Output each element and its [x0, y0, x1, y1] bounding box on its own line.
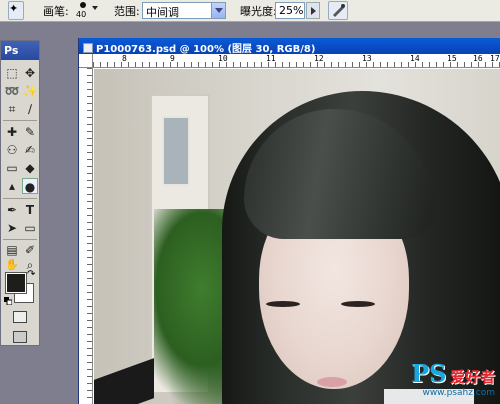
ruler-vertical[interactable] [79, 68, 93, 404]
watermark: PS 爱好者 www.psahz.com [411, 359, 495, 398]
tools-divider [3, 120, 37, 121]
document-title: P1000763.psd @ 100% (图层 30, RGB/8) [96, 44, 316, 54]
brush-dropdown-icon[interactable] [92, 6, 98, 13]
exposure-value: 25% [279, 4, 304, 17]
tools-divider [3, 198, 37, 199]
ruler-number: 11 [266, 54, 276, 63]
ruler-number: 15 [447, 54, 457, 63]
ruler-number: 12 [314, 54, 324, 63]
paint-bucket-icon[interactable]: ◆ [22, 160, 38, 176]
ruler-ticks [93, 62, 500, 67]
blur-tool-icon[interactable]: ▴ [4, 178, 20, 194]
type-tool-icon[interactable]: T [22, 202, 38, 218]
path-selection-icon[interactable]: ➤ [4, 220, 20, 236]
watermark-chinese: 爱好者 [449, 368, 495, 386]
document-icon [83, 43, 93, 53]
history-brush-icon[interactable]: ✍ [22, 142, 38, 158]
photo-lips [317, 377, 347, 387]
pen-tool-icon[interactable]: ✒ [4, 202, 20, 218]
exposure-input[interactable]: 25% [275, 2, 305, 19]
exposure-label: 曝光度: [240, 5, 277, 18]
ruler-number: 9 [170, 54, 175, 63]
ruler-number: 16 [473, 54, 483, 63]
screen-mode-icon[interactable] [13, 331, 27, 343]
brush-label: 画笔: [43, 5, 69, 18]
crop-tool-icon[interactable]: ⌗ [4, 101, 20, 117]
ruler-number: 13 [362, 54, 372, 63]
ruler-origin[interactable] [79, 54, 93, 68]
watermark-url: www.psahz.com [422, 388, 495, 398]
chevron-down-icon[interactable] [211, 3, 225, 18]
tools-panel: Ps ⬚ ✥ ➿ ✨ ⌗ ∕ ✚ ✎ ⚇ ✍ ▭ ◆ ▴ ● ✒ T ➤ ▭ ▤… [0, 40, 40, 346]
swap-colors-icon[interactable]: ↷ [27, 269, 35, 280]
document-titlebar[interactable]: P1000763.psd @ 100% (图层 30, RGB/8) [79, 38, 500, 54]
foreground-color-swatch[interactable] [5, 272, 27, 294]
clone-stamp-icon[interactable]: ⚇ [4, 142, 20, 158]
ruler-number: 14 [410, 54, 420, 63]
healing-brush-icon[interactable]: ✚ [4, 124, 20, 140]
brush-preview-icon[interactable] [80, 2, 86, 8]
range-select[interactable]: 中间调 [142, 2, 226, 19]
exposure-slider-button[interactable] [306, 2, 320, 19]
quick-mask-icon[interactable] [13, 311, 27, 323]
brush-tool-icon[interactable]: ✎ [22, 124, 38, 140]
range-label: 范围: [114, 5, 140, 18]
eyedropper-icon[interactable]: ✐ [22, 242, 38, 258]
photo-eye-right [341, 301, 375, 307]
magic-wand-tool-icon[interactable]: ✨ [22, 83, 38, 99]
marquee-tool-icon[interactable]: ⬚ [4, 65, 20, 81]
airbrush-icon[interactable] [328, 1, 348, 20]
default-colors-icon[interactable] [4, 295, 13, 306]
document-window: P1000763.psd @ 100% (图层 30, RGB/8) 8 9 1… [78, 38, 500, 404]
lasso-tool-icon[interactable]: ➿ [4, 83, 20, 99]
photo-eye-left [266, 301, 300, 307]
ps-logo: Ps [1, 41, 39, 60]
rectangle-tool-icon[interactable]: ▭ [22, 220, 38, 236]
brush-size: 40 [76, 10, 87, 19]
ruler-number: 8 [122, 54, 127, 63]
tool-preset-icon[interactable]: ✦ [8, 1, 24, 20]
range-select-value: 中间调 [146, 6, 179, 19]
options-bar: ✦ 画笔: 40 范围: 中间调 曝光度: 25% [0, 0, 500, 22]
notes-tool-icon[interactable]: ▤ [4, 242, 20, 258]
watermark-brand: PS [411, 359, 447, 388]
photo-door-pane [162, 116, 190, 186]
dodge-tool-icon[interactable]: ● [22, 178, 38, 194]
ruler-number: 10 [218, 54, 228, 63]
image-canvas[interactable]: PS 爱好者 www.psahz.com [94, 69, 500, 404]
tools-divider [3, 239, 37, 240]
ruler-ticks [87, 68, 92, 404]
slice-tool-icon[interactable]: ∕ [22, 101, 38, 117]
ruler-number: 17 [490, 54, 500, 63]
hand-tool-icon[interactable]: ✋ [4, 257, 20, 273]
eraser-tool-icon[interactable]: ▭ [4, 160, 20, 176]
ruler-horizontal[interactable]: 8 9 10 11 12 13 14 15 16 17 [93, 54, 500, 68]
move-tool-icon[interactable]: ✥ [22, 65, 38, 81]
